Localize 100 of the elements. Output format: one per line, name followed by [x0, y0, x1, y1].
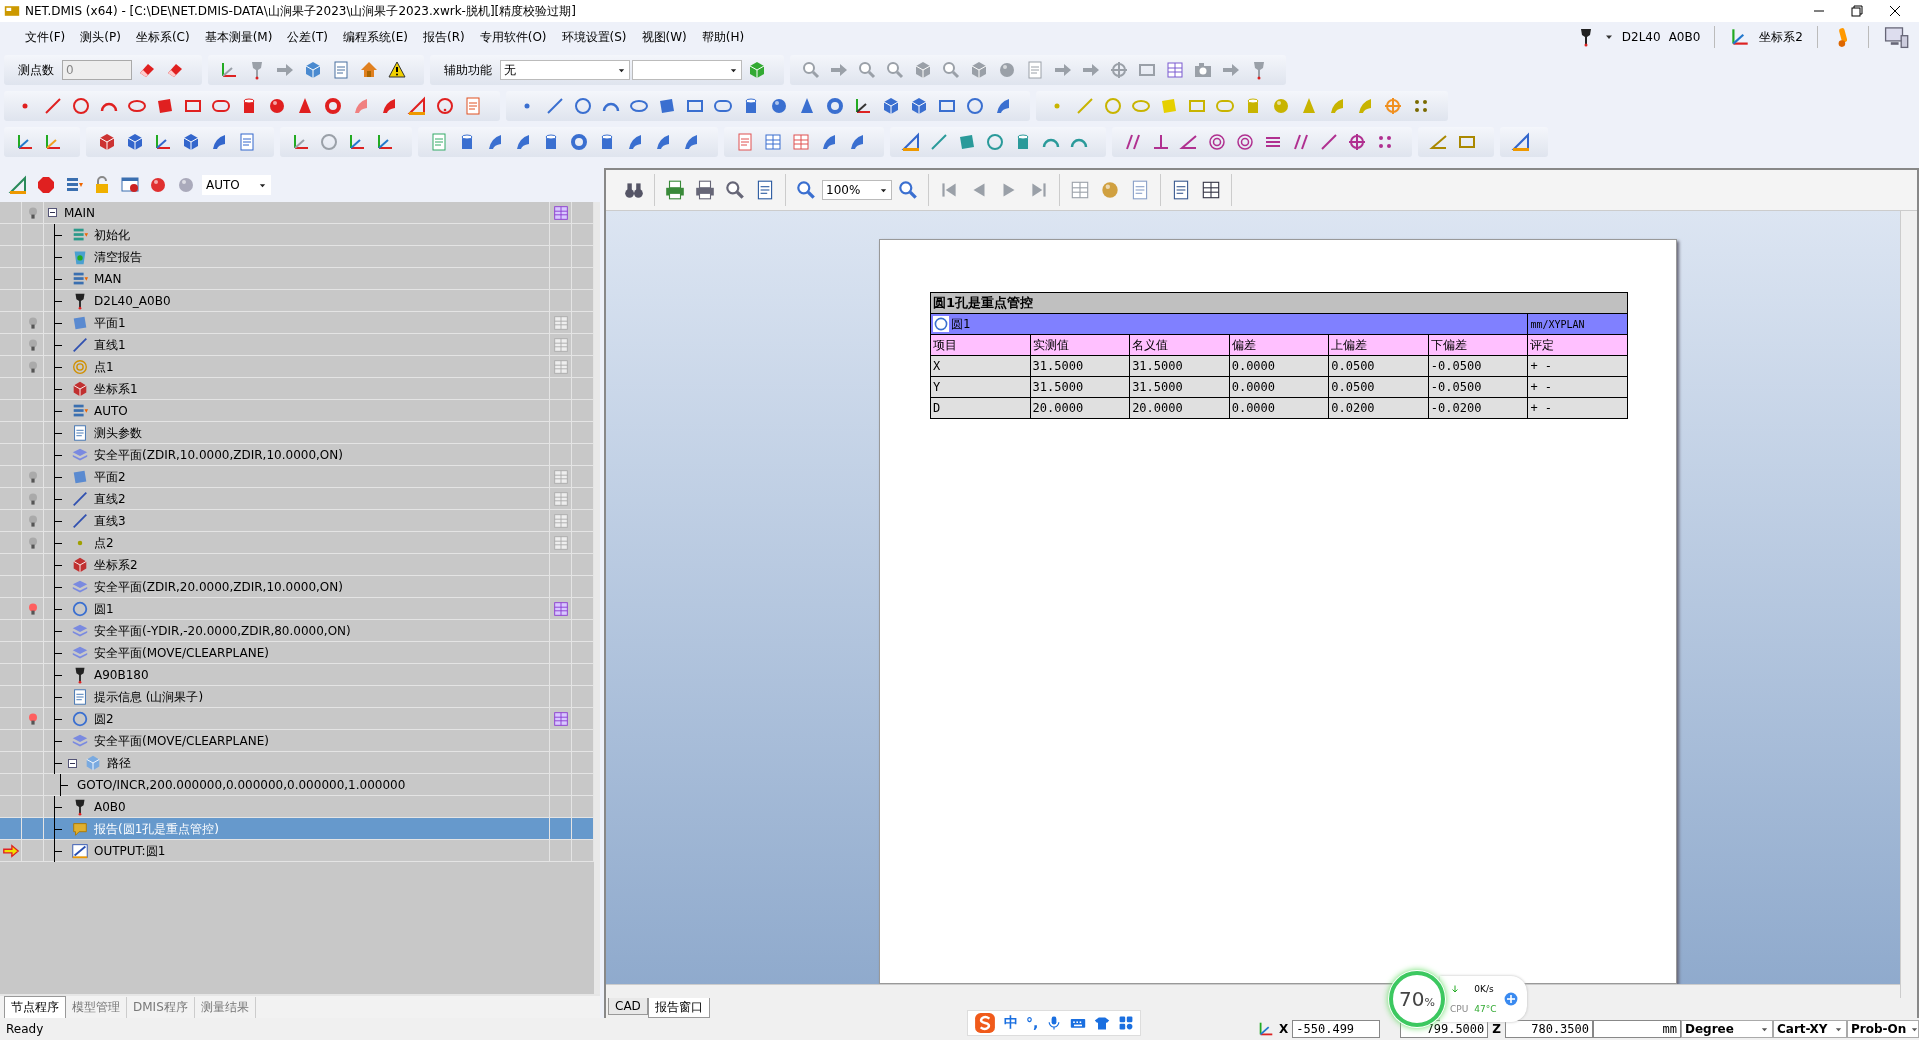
coordinate-mode-dropdown[interactable]: Cart-XY: [1773, 1020, 1847, 1038]
tree-row[interactable]: 安全平面(MOVE/CLEARPLANE): [0, 642, 594, 664]
units-label: mm/XYPLAN: [1527, 313, 1628, 335]
tree-row[interactable]: 安全平面(ZDIR,10.0000,ZDIR,10.0000,ON): [0, 444, 594, 466]
menu-item[interactable]: 视图(W): [634, 25, 694, 49]
tree-row[interactable]: 提示信息 (山涧果子): [0, 686, 594, 708]
tree-item-label[interactable]: AUTO: [91, 404, 128, 418]
feature-name: 圆1: [951, 315, 971, 333]
tree-item-label[interactable]: 安全平面(-YDIR,-20.0000,ZDIR,80.0000,ON): [91, 622, 351, 640]
tree-row[interactable]: 坐标系1: [0, 378, 594, 400]
tree-row[interactable]: GOTO/INCR,200.000000,0.000000,0.000000,1.000000: [0, 774, 594, 796]
tree-item-label[interactable]: 直线1: [91, 336, 126, 354]
menu-item[interactable]: 帮助(H): [694, 25, 752, 49]
tree-item-label[interactable]: 直线3: [91, 512, 126, 530]
report-title: 圆1孔是重点管控: [930, 292, 1628, 314]
tree-item-label[interactable]: OUTPUT:圆1: [91, 842, 166, 860]
tree-item-label[interactable]: 提示信息 (山涧果子): [91, 688, 204, 706]
coordinate-value: 780.3500: [1505, 1020, 1593, 1038]
tree-row[interactable]: 圆2: [0, 708, 594, 730]
coordinate-value: -550.499: [1292, 1020, 1381, 1038]
menu-item[interactable]: 测头(P): [73, 25, 128, 49]
status-text: Ready: [6, 1022, 44, 1036]
tree-row[interactable]: 安全平面(MOVE/CLEARPLANE): [0, 730, 594, 752]
tree-item-label[interactable]: 平面2: [91, 468, 126, 486]
tree-item-label[interactable]: 圆1: [91, 600, 114, 618]
tree-item-label[interactable]: 路径: [104, 754, 131, 772]
tree-row[interactable]: 平面2: [0, 466, 594, 488]
language-toggle[interactable]: 中: [1004, 1014, 1018, 1032]
menu-item[interactable]: 报告(R): [416, 25, 472, 49]
tree-row[interactable]: AUTO: [0, 400, 594, 422]
tree-row[interactable]: MAIN: [0, 202, 594, 224]
menu-item[interactable]: 坐标系(C): [128, 25, 197, 49]
window-title: NET.DMIS (x64) - [C:\DE\NET.DMIS-DATA\山涧果子2023\山涧果子2023.xwrk-脱机][精度校验过期]: [25, 2, 577, 20]
tree-item-label[interactable]: 初始化: [91, 226, 130, 244]
mode-value: AUTO: [206, 178, 240, 192]
tree-item-label[interactable]: MAIN: [61, 205, 96, 220]
cpu-label: CPU: [1450, 1004, 1469, 1014]
tree-row[interactable]: A90B180: [0, 664, 594, 686]
punctuation-toggle[interactable]: °,: [1026, 1015, 1039, 1031]
tree-row[interactable]: OUTPUT:圆1: [0, 840, 594, 862]
menu-item[interactable]: 公差(T): [280, 25, 336, 49]
menu-item[interactable]: 专用软件(O): [472, 25, 554, 49]
tree-row[interactable]: 坐标系2: [0, 554, 594, 576]
tree-item-label[interactable]: 坐标系2: [91, 556, 138, 574]
tree-item-label[interactable]: 点2: [91, 534, 114, 552]
tree-row[interactable]: 点1: [0, 356, 594, 378]
tree-row[interactable]: 初始化: [0, 224, 594, 246]
axis-label: Z: [1491, 1022, 1502, 1036]
tree-row[interactable]: 路径: [0, 752, 594, 774]
tree-row[interactable]: 点2: [0, 532, 594, 554]
panel-tab[interactable]: 节点程序: [4, 996, 66, 1018]
coordinate-system: 坐标系2: [1759, 28, 1803, 46]
tree-row[interactable]: 直线3: [0, 510, 594, 532]
probe-mode-dropdown[interactable]: Prob-On: [1847, 1020, 1919, 1038]
tree-row[interactable]: 直线1: [0, 334, 594, 356]
mode-dropdown[interactable]: AUTO: [202, 175, 271, 195]
unit-label: mm: [1593, 1020, 1681, 1038]
axis-label: X: [1278, 1022, 1290, 1036]
tree-item-label[interactable]: 安全平面(MOVE/CLEARPLANE): [91, 644, 269, 662]
menu-item[interactable]: 文件(F): [18, 25, 73, 49]
tree-row[interactable]: 清空报告: [0, 246, 594, 268]
view-tab[interactable]: 报告窗口: [647, 998, 710, 1018]
tree-item-label[interactable]: 坐标系1: [91, 380, 138, 398]
tree-item-label[interactable]: D2L40_A0B0: [91, 294, 171, 308]
assist-value: 无: [504, 61, 516, 79]
point-count-label: 测点数: [17, 61, 55, 79]
tree-row[interactable]: 圆1: [0, 598, 594, 620]
tree-item-label[interactable]: 清空报告: [91, 248, 142, 266]
table-cell: D: [930, 397, 1031, 419]
tree-item-label[interactable]: A90B180: [91, 668, 149, 682]
assist-dropdown[interactable]: 无: [500, 60, 630, 80]
tree-item-label[interactable]: 圆2: [91, 710, 114, 728]
tree-row[interactable]: D2L40_A0B0: [0, 290, 594, 312]
menu-item[interactable]: 基本测量(M): [197, 25, 280, 49]
menu-item[interactable]: 环境设置(S): [554, 25, 634, 49]
tree-item-label[interactable]: 平面1: [91, 314, 126, 332]
cpu-temperature: 47°C: [1474, 1004, 1497, 1014]
tree-item-label[interactable]: 安全平面(ZDIR,20.0000,ZDIR,10.0000,ON): [91, 578, 343, 596]
tree-item-label[interactable]: MAN: [91, 272, 122, 286]
tree-row[interactable]: 直线2: [0, 488, 594, 510]
tree-row[interactable]: MAN: [0, 268, 594, 290]
tree-row[interactable]: 平面1: [0, 312, 594, 334]
table-cell: X: [930, 355, 1031, 377]
tree-row[interactable]: 测头参数: [0, 422, 594, 444]
tree-item-label[interactable]: GOTO/INCR,200.000000,0.000000,0.000000,1.000000: [74, 778, 406, 792]
angle-unit-dropdown[interactable]: Degree: [1681, 1020, 1773, 1038]
tree-row[interactable]: 安全平面(ZDIR,20.0000,ZDIR,10.0000,ON): [0, 576, 594, 598]
tree-item-label[interactable]: 点1: [91, 358, 114, 376]
tree-row[interactable]: 安全平面(-YDIR,-20.0000,ZDIR,80.0000,ON): [0, 620, 594, 642]
view-tab[interactable]: CAD: [608, 998, 648, 1015]
tree-item-label[interactable]: 直线2: [91, 490, 126, 508]
tree-item-label[interactable]: 安全平面(ZDIR,10.0000,ZDIR,10.0000,ON): [91, 446, 343, 464]
tree-item-label[interactable]: 安全平面(MOVE/CLEARPLANE): [91, 732, 269, 750]
zoom-dropdown[interactable]: 100%: [822, 180, 892, 200]
menu-item[interactable]: 编程系统(E): [336, 25, 415, 49]
zoom-value: 100%: [826, 183, 861, 197]
assist-label: 辅助功能: [443, 61, 493, 79]
network-speed: 0K/s: [1474, 984, 1495, 994]
tree-item-label[interactable]: 测头参数: [91, 424, 142, 442]
tree-item-label[interactable]: A0B0: [91, 800, 126, 814]
